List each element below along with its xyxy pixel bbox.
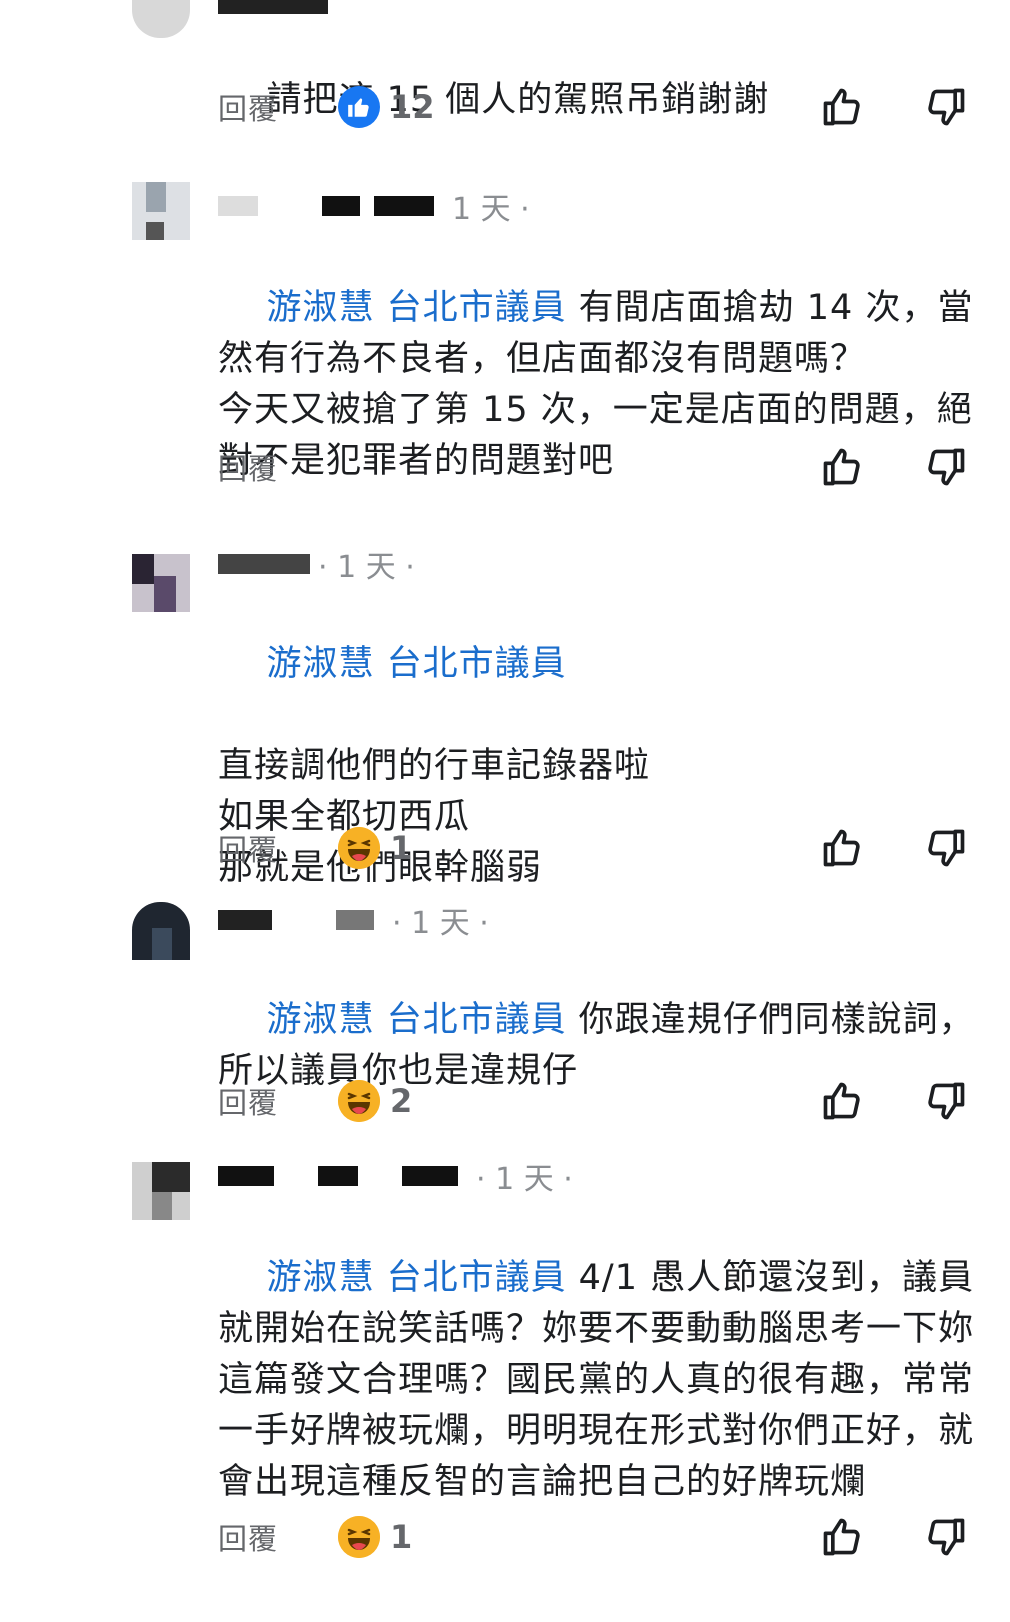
reaction-count: 12 [390,88,435,126]
comment-actions: 回覆 1 [218,1512,978,1562]
like-reaction-icon [338,86,380,128]
comment-author-row: · 1 天 · [218,898,489,942]
redacted-name [218,910,272,930]
haha-reaction-icon [338,1516,380,1558]
thumbs-up-icon[interactable] [820,85,864,129]
redacted-name [322,196,360,216]
avatar[interactable] [132,554,190,612]
mention-link[interactable]: 游淑慧 台北市議員 [267,1258,567,1298]
thumbs-down-icon[interactable] [924,445,968,489]
comment-author-row: 1 天 · [218,184,530,228]
reaction-summary[interactable]: 2 [338,1080,412,1122]
haha-reaction-icon [338,827,380,869]
redacted-name [318,1166,358,1186]
comment-text: 游淑慧 台北市議員 4/1 愚人節還沒到，議員就開始在說笑話嗎？妳要不要動動腦思考… [218,1202,978,1559]
reply-button[interactable]: 回覆 [218,86,338,128]
thumbs-down-icon[interactable] [924,1079,968,1123]
comment-actions: 回覆 12 [218,82,978,132]
comment-time[interactable]: · 1 天 · [392,898,489,942]
mention-link[interactable]: 游淑慧 台北市議員 [267,288,567,328]
reply-button[interactable]: 回覆 [218,827,338,869]
comment-time[interactable]: 1 天 · [452,184,530,228]
reaction-count: 1 [390,1518,413,1556]
redacted-name [218,554,310,574]
reaction-count: 2 [390,1082,413,1120]
comment-author-row: · 1 天 · [218,542,415,586]
reply-button[interactable]: 回覆 [218,446,338,488]
avatar[interactable] [132,1162,190,1220]
mention-link[interactable]: 游淑慧 台北市議員 [267,1000,567,1040]
reaction-summary[interactable]: 12 [338,86,435,128]
avatar[interactable] [132,902,190,960]
redacted-name [374,196,434,216]
comment-actions: 回覆 2 [218,1076,978,1126]
thumbs-up-icon[interactable] [820,1079,864,1123]
comment-actions: 回覆 [218,442,978,492]
reaction-summary[interactable]: 1 [338,827,412,869]
reaction-summary[interactable]: 1 [338,1516,412,1558]
avatar[interactable] [132,182,190,240]
comment-text: 游淑慧 台北市議員 有間店面搶劫 14 次，當然有行為不良者，但店面都沒有問題嗎？… [218,232,978,538]
redacted-name [218,196,258,216]
redacted-name [402,1166,458,1186]
reply-button[interactable]: 回覆 [218,1516,338,1558]
comment-actions: 回覆 1 [218,823,978,873]
redacted-name [218,0,328,14]
thumbs-up-icon[interactable] [820,445,864,489]
redacted-name [336,910,374,930]
reaction-count: 1 [390,829,413,867]
comment-time[interactable]: · 1 天 · [476,1154,573,1198]
mention-link[interactable]: 游淑慧 台北市議員 [267,644,567,684]
thumbs-down-icon[interactable] [924,85,968,129]
comment-author-row [218,0,342,24]
haha-reaction-icon [338,1080,380,1122]
thumbs-up-icon[interactable] [820,1515,864,1559]
thumbs-down-icon[interactable] [924,826,968,870]
reply-button[interactable]: 回覆 [218,1080,338,1122]
avatar[interactable] [132,0,190,38]
redacted-name [218,1166,274,1186]
comment-time[interactable]: · 1 天 · [318,542,415,586]
thumbs-up-icon[interactable] [820,826,864,870]
thumbs-down-icon[interactable] [924,1515,968,1559]
comment-author-row: · 1 天 · [218,1154,573,1198]
